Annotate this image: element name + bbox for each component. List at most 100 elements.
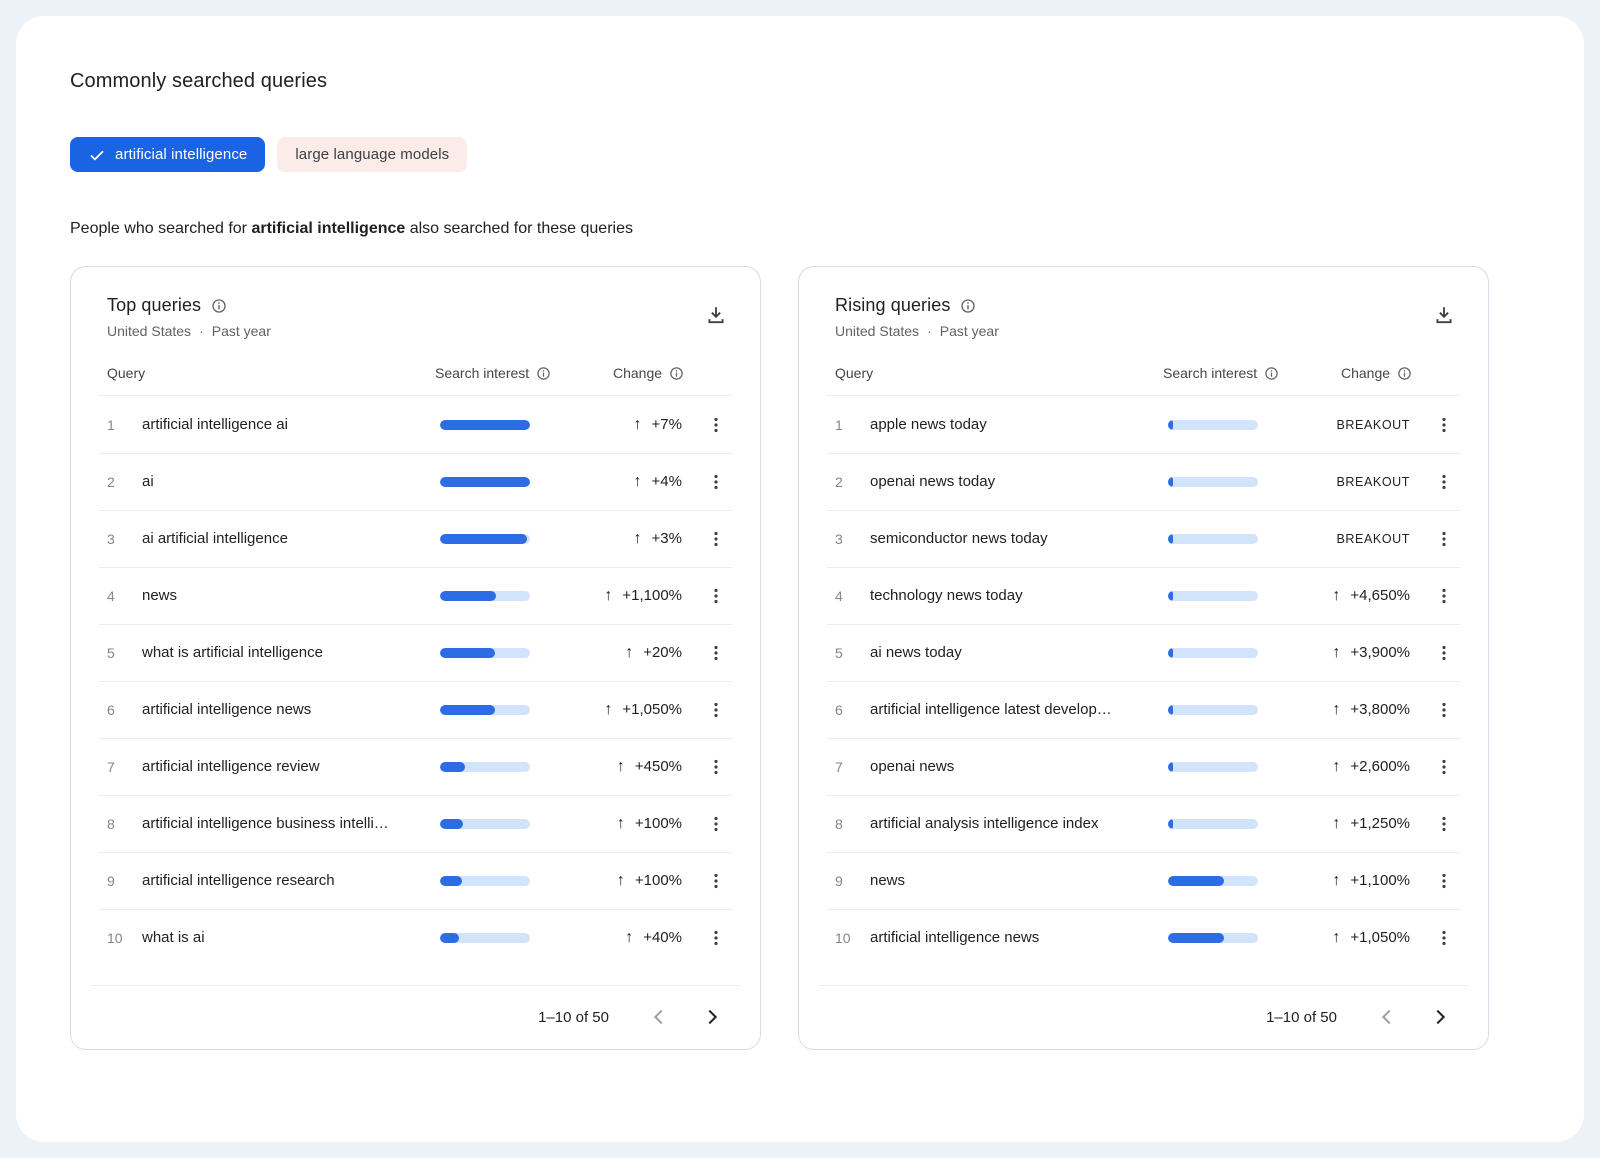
row-query[interactable]: openai news [870,758,1168,775]
prev-page-button[interactable] [637,995,681,1039]
row-menu-button[interactable] [1430,637,1458,669]
row-rank: 8 [835,816,870,832]
download-button[interactable] [1428,299,1460,331]
search-interest-fill [1168,705,1173,715]
change-value: +450% [635,758,682,775]
info-icon[interactable] [1397,366,1412,381]
row-menu-button[interactable] [1430,865,1458,897]
info-icon[interactable] [960,298,976,314]
row-menu-button[interactable] [702,922,730,954]
row-rank: 6 [107,702,142,718]
row-menu-button[interactable] [702,580,730,612]
search-interest-fill [1168,534,1173,544]
change-value: BREAKOUT [1336,532,1410,546]
region-label: United States [835,323,919,339]
row-query[interactable]: openai news today [870,473,1168,490]
next-page-button[interactable] [1418,995,1462,1039]
table-row: 3 ai artificial intelligence ↑ +3% [71,510,760,567]
info-icon[interactable] [536,366,551,381]
row-query[interactable]: artificial intelligence review [142,758,440,775]
row-change: ↑ +100% [572,872,682,889]
column-search-interest: Search interest [1163,365,1303,381]
row-query[interactable]: ai [142,473,440,490]
chip-large-language-models[interactable]: large language models [277,137,467,172]
row-menu-button[interactable] [702,751,730,783]
row-menu-button[interactable] [1430,808,1458,840]
row-query[interactable]: semiconductor news today [870,530,1168,547]
row-menu-button[interactable] [702,808,730,840]
row-menu-button[interactable] [702,694,730,726]
row-change: ↑ BREAKOUT [1300,475,1410,489]
table-row: 9 news ↑ +1,100% [799,852,1488,909]
row-query[interactable]: artificial intelligence ai [142,416,440,433]
card-title: Rising queries [835,295,950,316]
search-interest-bar [440,705,530,715]
row-menu-button[interactable] [1430,751,1458,783]
pagination-label: 1–10 of 50 [538,1009,609,1026]
download-button[interactable] [700,299,732,331]
row-query[interactable]: news [142,587,440,604]
row-menu-button[interactable] [1430,523,1458,555]
row-change: ↑ BREAKOUT [1300,532,1410,546]
search-interest-fill [440,933,459,943]
change-value: BREAKOUT [1336,475,1410,489]
row-query[interactable]: artificial intelligence business intelli… [142,815,440,832]
row-menu-button[interactable] [702,466,730,498]
row-menu-button[interactable] [1430,580,1458,612]
row-query[interactable]: news [870,872,1168,889]
search-interest-fill [440,819,463,829]
row-menu-button[interactable] [702,865,730,897]
row-rank: 1 [835,417,870,433]
search-interest-bar [1168,420,1258,430]
row-rank: 9 [835,873,870,889]
row-query[interactable]: artificial intelligence news [870,929,1168,946]
search-interest-fill [440,762,465,772]
row-change: ↑ +4% [572,473,682,490]
pagination: 1–10 of 50 [799,985,1488,1049]
row-query[interactable]: artificial analysis intelligence index [870,815,1168,832]
info-icon[interactable] [1264,366,1279,381]
next-page-button[interactable] [690,995,734,1039]
row-menu-button[interactable] [1430,694,1458,726]
prev-page-button[interactable] [1365,995,1409,1039]
row-change: ↑ +1,100% [1300,872,1410,889]
row-menu-button[interactable] [702,523,730,555]
row-rank: 8 [107,816,142,832]
column-change: Change [1303,365,1458,381]
search-interest-bar [1168,762,1258,772]
up-arrow-icon: ↑ [604,702,612,718]
row-query[interactable]: apple news today [870,416,1168,433]
change-value: +1,050% [622,701,682,718]
search-interest-fill [1168,420,1173,430]
row-query[interactable]: what is artificial intelligence [142,644,440,661]
row-query[interactable]: artificial intelligence latest develop… [870,701,1168,718]
table-row: 1 apple news today ↑ BREAKOUT [799,396,1488,453]
info-icon[interactable] [211,298,227,314]
table-row: 5 ai news today ↑ +3,900% [799,624,1488,681]
search-interest-bar [440,591,530,601]
card-title: Top queries [107,295,201,316]
row-query[interactable]: ai artificial intelligence [142,530,440,547]
up-arrow-icon: ↑ [625,645,633,661]
row-menu-button[interactable] [1430,922,1458,954]
row-menu-button[interactable] [702,409,730,441]
row-menu-button[interactable] [702,637,730,669]
row-menu-button[interactable] [1430,466,1458,498]
row-query[interactable]: what is ai [142,929,440,946]
search-interest-bar [1168,648,1258,658]
search-interest-fill [1168,819,1173,829]
info-icon[interactable] [669,366,684,381]
table-row: 9 artificial intelligence research ↑ +10… [71,852,760,909]
row-query[interactable]: artificial intelligence news [142,701,440,718]
column-search-interest: Search interest [435,365,575,381]
row-query[interactable]: artificial intelligence research [142,872,440,889]
chip-artificial-intelligence[interactable]: artificial intelligence [70,137,265,172]
row-change: ↑ +3% [572,530,682,547]
row-change: ↑ +1,050% [1300,929,1410,946]
row-query[interactable]: ai news today [870,644,1168,661]
row-query[interactable]: technology news today [870,587,1168,604]
row-rank: 10 [107,930,142,946]
row-change: ↑ BREAKOUT [1300,418,1410,432]
row-menu-button[interactable] [1430,409,1458,441]
change-value: +1,100% [622,587,682,604]
